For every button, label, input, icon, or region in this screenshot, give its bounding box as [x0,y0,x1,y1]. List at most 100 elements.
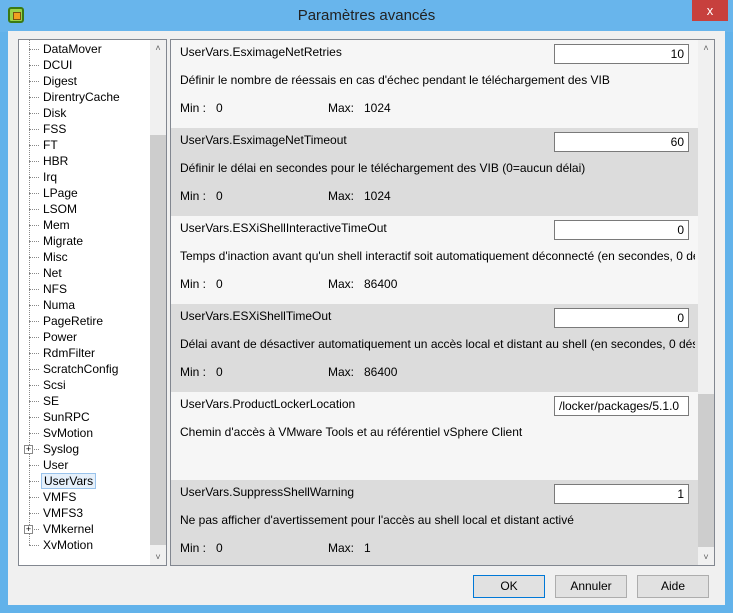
setting-name: UserVars.EsximageNetTimeout [180,133,347,147]
setting-max: Max: 1 [328,541,371,555]
tree-item-label: Power [43,330,78,344]
settings-panel: UserVars.EsximageNetRetries 10 Définir le … [170,39,715,566]
tree-item-label: ScratchConfig [43,362,119,376]
tree-connector [29,481,39,482]
setting-value-input[interactable]: 0 [554,308,689,328]
tree-item-label: HBR [43,154,69,168]
help-button[interactable]: Aide [637,575,709,598]
tree-connector [29,497,39,498]
tree-connector [29,465,39,466]
setting-min: Min : 0 [180,277,223,291]
setting-name: UserVars.ESXiShellTimeOut [180,309,332,323]
tree-connector [29,193,39,194]
tree-item-label: Mem [43,218,70,232]
tree-connector [29,433,39,434]
tree-connector [29,225,39,226]
setting-description: Temps d'inaction avant qu'un shell inter… [180,249,695,263]
tree-item-label: DataMover [43,42,102,56]
setting-value-input[interactable]: 0 [554,220,689,240]
setting-name: UserVars.SuppressShellWarning [180,485,355,499]
setting-min: Min : 0 [180,189,223,203]
tree-connector [29,49,39,50]
scroll-up-arrow-icon[interactable]: ˄ [150,40,166,56]
setting-row: UserVars.SuppressShellWarning 1 Ne pas aff… [171,480,698,565]
tree-connector [29,145,39,146]
tree-connector [29,353,39,354]
tree-connector [29,513,39,514]
setting-row: UserVars.ESXiShellInteractiveTimeOut 0 Tem… [171,216,698,304]
setting-description: Définir le délai en secondes pour le tél… [180,161,586,175]
title-bar: Paramètres avancés x [0,0,733,32]
setting-value-input[interactable]: 60 [554,132,689,152]
tree-connector [29,321,39,322]
setting-value-input[interactable]: 1 [554,484,689,504]
setting-max: Max: 1024 [328,101,391,115]
setting-value-input[interactable]: /locker/packages/5.1.0 [554,396,689,416]
setting-description: Chemin d'accès à VMware Tools et au réfé… [180,425,523,439]
tree-item-label: Numa [43,298,76,312]
setting-description: Définir le nombre de réessais en cas d'é… [180,73,610,87]
tree-connector [29,113,39,114]
tree-connector [29,65,39,66]
tree-item-label: DirentryCache [43,90,120,104]
tree-item-label: Migrate [43,234,84,248]
expand-plus-icon[interactable]: + [24,445,33,454]
tree-connector [29,209,39,210]
tree-connector [29,273,39,274]
tree-item-label: VMkernel [43,522,94,536]
tree-item-label: XvMotion [43,538,94,552]
tree-item-label: User [43,458,69,472]
tree-item-label: FSS [43,122,67,136]
setting-description: Ne pas afficher d'avertissement pour l'a… [180,513,574,527]
cancel-button[interactable]: Annuler [555,575,627,598]
close-button[interactable]: x [692,0,728,21]
tree-item-label: SunRPC [43,410,90,424]
tree-item-label: UserVars [41,473,97,489]
scroll-down-arrow-icon[interactable]: ˅ [150,549,166,565]
scroll-down-arrow-icon[interactable]: ˅ [698,549,714,565]
setting-value-input[interactable]: 10 [554,44,689,64]
tree-scrollbar[interactable]: ˄ ˅ [150,40,166,565]
setting-row: UserVars.EsximageNetRetries 10 Définir le … [171,40,698,128]
tree-item-label: Syslog [43,442,80,456]
tree-item-label: SvMotion [43,426,94,440]
setting-max: Max: 1024 [328,189,391,203]
setting-name: UserVars.ESXiShellInteractiveTimeOut [180,221,387,235]
scroll-up-arrow-icon[interactable]: ˄ [698,40,714,56]
tree-connector [29,241,39,242]
tree-item-label: DCUI [43,58,73,72]
tree-connector [29,161,39,162]
setting-description: Délai avant de désactiver automatiquemen… [180,337,695,351]
tree-connector [29,545,39,546]
tree-item-label: VMFS3 [43,506,84,520]
setting-min: Min : 0 [180,101,223,115]
tree-connector [29,369,39,370]
tree-connector [29,81,39,82]
tree-scroll-thumb[interactable] [150,135,166,545]
tree-item-label: PageRetire [43,314,104,328]
tree-item-label: RdmFilter [43,346,96,360]
tree-item-label: VMFS [43,490,77,504]
tree-connector [29,129,39,130]
window-title: Paramètres avancés [297,7,436,24]
settings-scroll-thumb[interactable] [698,394,714,547]
setting-row: UserVars.ESXiShellTimeOut 0 Délai avant de… [171,304,698,392]
tree-connector [29,289,39,290]
tree-connector [29,97,39,98]
tree-item-label: FT [43,138,58,152]
setting-row: UserVars.ProductLockerLocation/locker/pa… [171,392,698,480]
tree-item-label: SE [43,394,60,408]
tree-item-label: Net [43,266,62,280]
setting-max: Max: 86400 [328,365,398,379]
ok-button[interactable]: OK [473,575,545,598]
setting-min: Min : 0 [180,541,223,555]
tree-connector [29,177,39,178]
tree-connector [29,337,39,338]
setting-row: UserVars.EsximageNetTimeout 60 Définir le … [171,128,698,216]
setting-name: UserVars.EsximageNetRetries [180,45,342,59]
tree-connector [29,257,39,258]
tree-item-label: LSOM [43,202,78,216]
expand-plus-icon[interactable]: + [24,525,33,534]
tree-item-label: Digest [43,74,78,88]
settings-scrollbar[interactable]: ˄ ˅ [698,40,714,565]
